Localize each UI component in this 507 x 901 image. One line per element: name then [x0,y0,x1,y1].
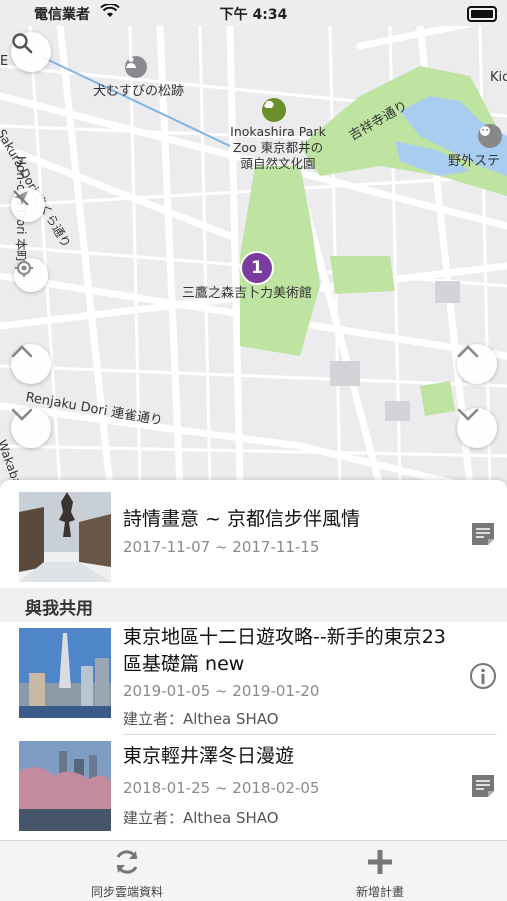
tokyo-tower-thumbnail [19,628,111,718]
map-view[interactable]: 犬むすびの松跡 吉祥寺通り Kic E Inokashira Park Zoo … [0,26,507,486]
note-icon[interactable] [469,772,497,800]
chevron-up-icon [457,345,479,358]
bottom-toolbar: 同步雲端資料 新增計畫 [0,840,507,901]
map-label-edge-e: E [0,54,9,69]
battery-icon [467,6,497,22]
shared-section-header: 與我共用 [0,588,507,622]
status-bar: 電信業者 下午 4:34 [0,0,507,26]
crosshair-icon [15,259,33,277]
current-plan-row[interactable]: 詩情畫意 ~ 京都信步伴風情 2017-11-07 ~ 2017-11-15 [0,480,507,588]
shared-plan-row[interactable]: 東京輕井澤冬日漫遊 2018-01-25 ~ 2018-02-05 建立者：Al… [0,735,507,840]
chevron-down-icon [11,408,33,421]
next-right-button[interactable] [457,408,497,448]
map-label-omusubi: 犬むすびの松跡 [93,84,185,99]
info-icon[interactable] [469,662,497,690]
map-search-button[interactable] [11,32,51,72]
theater-icon[interactable] [478,124,502,148]
prev-left-button[interactable] [11,344,51,384]
chevron-up-icon [11,345,33,358]
zoo-icon[interactable] [262,98,286,122]
map-label-museum[interactable]: 三鷹之森吉卜力美術館 [182,282,312,301]
plan-dates: 2018-01-25 ~ 2018-02-05 [123,779,320,797]
poi-marker-1[interactable]: 1 [240,251,274,285]
plan-dates: 2017-11-07 ~ 2017-11-15 [123,538,320,556]
sync-cloud-button[interactable]: 同步雲端資料 [67,847,187,900]
plan-dates: 2019-01-05 ~ 2019-01-20 [123,682,320,700]
plan-title: 東京輕井澤冬日漫遊 [123,745,295,767]
sync-label: 同步雲端資料 [90,885,163,899]
plan-creator: 建立者：Althea SHAO [123,809,279,827]
map-label-edge-kic: Kic [490,70,507,85]
map-label-zoo: Inokashira Park Zoo 東京都井の 頭自然文化園 [230,124,326,171]
add-plan-button[interactable]: 新增計畫 [320,847,440,900]
kyoto-thumbnail [19,492,111,582]
prev-right-button[interactable] [457,344,497,384]
chevron-down-icon [457,408,479,421]
navigation-off-button[interactable] [11,188,45,222]
shared-section-label: 與我共用 [25,599,93,619]
add-plan-label: 新增計畫 [355,885,404,899]
shared-plan-row[interactable]: 東京地區十二日遊攻略--新手的東京23區基礎篇 new 2019-01-05 ~… [0,622,507,734]
note-icon[interactable] [469,520,497,548]
next-left-button[interactable] [11,408,51,448]
tokyo-winter-thumbnail [19,741,111,831]
plus-icon [368,850,392,874]
map-label-outdoor-stage: 野外ステ [448,154,501,169]
locate-me-button[interactable] [14,258,48,292]
sync-icon [116,850,138,874]
poi-person-icon[interactable] [125,56,147,78]
clock: 下午 4:34 [219,7,288,23]
plans-sheet[interactable]: 詩情畫意 ~ 京都信步伴風情 2017-11-07 ~ 2017-11-15 與… [0,480,507,840]
navigation-off-icon [13,190,29,206]
search-icon [12,33,33,54]
plan-title: 東京地區十二日遊攻略--新手的東京23區基礎篇 new [123,626,446,675]
plan-creator: 建立者：Althea SHAO [123,710,279,728]
plan-title: 詩情畫意 ~ 京都信步伴風情 [123,508,360,530]
